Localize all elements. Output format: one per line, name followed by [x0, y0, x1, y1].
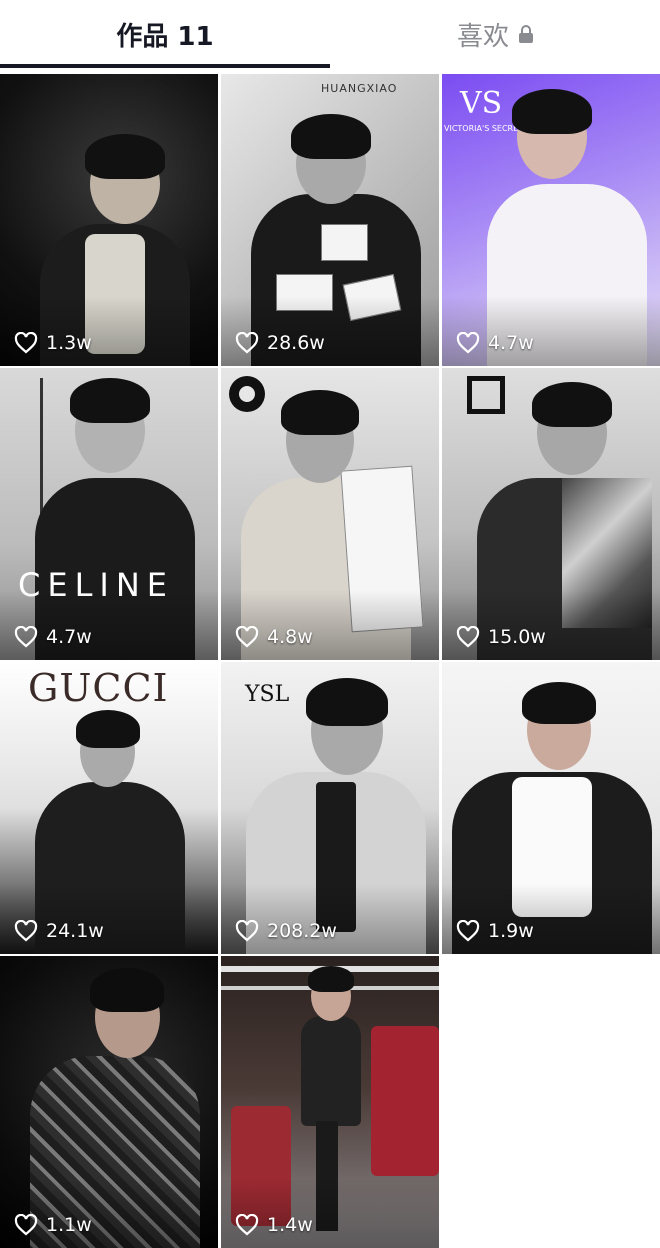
heart-icon — [235, 1214, 259, 1236]
video-thumbnail[interactable]: 15.0w — [442, 368, 660, 660]
profile-tabs: 作品 11 喜欢 — [0, 0, 660, 68]
video-thumbnail[interactable]: VS VICTORIA'S SECRET 4.7w — [442, 74, 660, 366]
video-thumbnail[interactable]: CELINE 4.7w — [0, 368, 218, 660]
like-count: 1.3w — [14, 332, 92, 354]
lock-icon — [519, 25, 533, 43]
like-count-text: 1.4w — [267, 1214, 313, 1236]
video-thumbnail[interactable]: 1.3w — [0, 74, 218, 366]
like-count: 1.4w — [235, 1214, 313, 1236]
heart-icon — [14, 1214, 38, 1236]
tab-likes[interactable]: 喜欢 — [330, 0, 660, 68]
like-count-text: 28.6w — [267, 332, 325, 354]
like-count: 1.1w — [14, 1214, 92, 1236]
tab-works[interactable]: 作品 11 — [0, 0, 330, 68]
brand-watermark: GUCCI — [28, 666, 169, 710]
like-count-text: 4.8w — [267, 626, 313, 648]
like-count: 24.1w — [14, 920, 104, 942]
video-thumbnail[interactable]: YSL 208.2w — [221, 662, 439, 954]
heart-icon — [14, 920, 38, 942]
like-count-text: 1.9w — [488, 920, 534, 942]
video-thumbnail[interactable]: 4.8w — [221, 368, 439, 660]
like-count: 208.2w — [235, 920, 337, 942]
heart-icon — [235, 626, 259, 648]
like-count: 4.8w — [235, 626, 313, 648]
ysl-logo: YSL — [245, 682, 290, 707]
heart-icon — [456, 920, 480, 942]
heart-icon — [235, 332, 259, 354]
video-thumbnail[interactable]: GUCCI 24.1w — [0, 662, 218, 954]
video-thumbnail[interactable]: HUANGXIAO 28.6w — [221, 74, 439, 366]
like-count: 1.9w — [456, 920, 534, 942]
vs-logo: VS — [460, 86, 503, 121]
heart-icon — [14, 626, 38, 648]
video-thumbnail[interactable]: 1.1w — [0, 956, 218, 1248]
heart-icon — [235, 920, 259, 942]
like-count-text: 1.1w — [46, 1214, 92, 1236]
video-thumbnail[interactable]: 1.9w — [442, 662, 660, 954]
like-count-text: 24.1w — [46, 920, 104, 942]
like-count: 28.6w — [235, 332, 325, 354]
heart-icon — [456, 332, 480, 354]
brand-watermark: HUANGXIAO — [321, 82, 398, 95]
givenchy-logo — [467, 376, 505, 414]
like-count-text: 15.0w — [488, 626, 546, 648]
like-count-text: 208.2w — [267, 920, 337, 942]
heart-icon — [456, 626, 480, 648]
like-count-text: 4.7w — [46, 626, 92, 648]
like-count-text: 4.7w — [488, 332, 534, 354]
tab-works-label: 作品 11 — [116, 21, 214, 52]
like-count: 4.7w — [456, 332, 534, 354]
video-thumbnail[interactable]: 1.4w — [221, 956, 439, 1248]
tab-indicator — [0, 64, 330, 68]
tab-likes-label: 喜欢 — [456, 21, 509, 52]
heart-icon — [14, 332, 38, 354]
like-count-text: 1.3w — [46, 332, 92, 354]
brand-watermark: VICTORIA'S SECRET — [444, 124, 524, 133]
like-count: 15.0w — [456, 626, 546, 648]
like-count: 4.7w — [14, 626, 92, 648]
